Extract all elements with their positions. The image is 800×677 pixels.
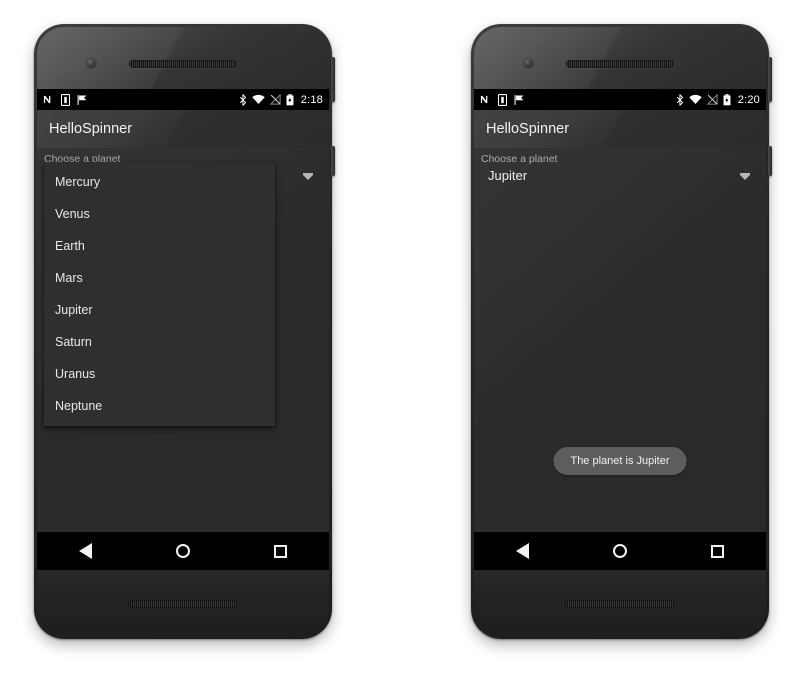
status-time: 2:18 [300, 93, 323, 106]
recents-icon [710, 544, 724, 558]
spinner-label: Choose a planet [481, 153, 558, 165]
bluetooth-icon [676, 93, 684, 106]
app-content: Choose a planet Jupiter The planet is Ju… [474, 148, 766, 570]
power-button[interactable] [331, 57, 335, 102]
phone-bottom-bezel [474, 559, 766, 636]
earpiece-speaker-grille [129, 60, 237, 68]
screen-right: 2:20 HelloSpinner Choose a planet Jupite… [474, 89, 766, 570]
list-item[interactable]: Mars [44, 262, 275, 294]
phone-bottom-bezel [37, 559, 329, 636]
battery-icon [286, 93, 294, 106]
nav-home-button[interactable] [160, 532, 206, 570]
status-bar: 2:18 [37, 89, 329, 110]
device-right-phone: 2:20 HelloSpinner Choose a planet Jupite… [471, 24, 772, 648]
nfc-icon [43, 94, 54, 105]
list-item[interactable]: Uranus [44, 358, 275, 390]
navigation-bar [474, 532, 766, 570]
earpiece-speaker-grille [566, 60, 674, 68]
app-content: Choose a planet Mercury Venus Earth Mars… [37, 148, 329, 570]
bottom-speaker-grille [565, 600, 675, 608]
home-icon [175, 544, 190, 558]
front-camera-icon [524, 59, 533, 68]
list-item[interactable]: Jupiter [44, 294, 275, 326]
flag-icon [514, 94, 525, 106]
cellular-off-icon [269, 93, 281, 105]
spinner-dropdown-popup[interactable]: Mercury Venus Earth Mars Jupiter Saturn … [44, 162, 275, 426]
list-item[interactable]: Saturn [44, 326, 275, 358]
nav-back-button[interactable] [63, 532, 109, 570]
front-camera-icon [87, 59, 96, 68]
spinner-dropdown-arrow-icon[interactable] [740, 173, 750, 180]
volume-button[interactable] [331, 146, 335, 176]
back-icon [516, 543, 530, 559]
bluetooth-icon [239, 93, 247, 106]
volume-button[interactable] [768, 146, 772, 176]
bottom-speaker-grille [128, 600, 238, 608]
phone-drop-shadow [50, 634, 316, 648]
status-bar: 2:20 [474, 89, 766, 110]
wifi-icon [689, 94, 702, 105]
nav-recents-button[interactable] [694, 532, 740, 570]
navigation-bar [37, 532, 329, 570]
nav-back-button[interactable] [500, 532, 546, 570]
back-icon [79, 543, 93, 559]
list-item[interactable]: Earth [44, 230, 275, 262]
app-title: HelloSpinner [49, 121, 133, 137]
spinner-dropdown-arrow-icon[interactable] [303, 173, 313, 180]
phone-body: 2:20 HelloSpinner Choose a planet Jupite… [474, 27, 766, 636]
status-system-icons: 2:18 [239, 94, 323, 106]
app-title: HelloSpinner [486, 121, 570, 137]
list-item[interactable]: Neptune [44, 390, 275, 422]
wifi-icon [252, 94, 265, 105]
recents-icon [273, 544, 287, 558]
toast-message: The planet is Jupiter [553, 447, 687, 475]
sim-card-icon [60, 93, 71, 106]
app-bar: HelloSpinner [474, 110, 766, 148]
power-button[interactable] [768, 57, 772, 102]
list-item[interactable]: Venus [44, 198, 275, 230]
cellular-off-icon [706, 93, 718, 105]
status-time: 2:20 [737, 93, 760, 106]
status-system-icons: 2:20 [676, 94, 760, 106]
battery-icon [723, 93, 731, 106]
status-notification-icons [43, 93, 88, 106]
device-left-phone: 2:18 HelloSpinner Choose a planet Mercur… [34, 24, 335, 648]
flag-icon [77, 94, 88, 106]
planet-spinner[interactable]: Jupiter [474, 166, 766, 190]
screen-left: 2:18 HelloSpinner Choose a planet Mercur… [37, 89, 329, 570]
nav-recents-button[interactable] [257, 532, 303, 570]
spinner-selected-value: Jupiter [488, 168, 528, 183]
phone-drop-shadow [487, 634, 753, 648]
phone-body: 2:18 HelloSpinner Choose a planet Mercur… [37, 27, 329, 636]
nav-home-button[interactable] [597, 532, 643, 570]
status-notification-icons [480, 93, 525, 106]
home-icon [612, 544, 627, 558]
app-bar: HelloSpinner [37, 110, 329, 148]
nfc-icon [480, 94, 491, 105]
sim-card-icon [497, 93, 508, 106]
list-item[interactable]: Mercury [44, 166, 275, 198]
